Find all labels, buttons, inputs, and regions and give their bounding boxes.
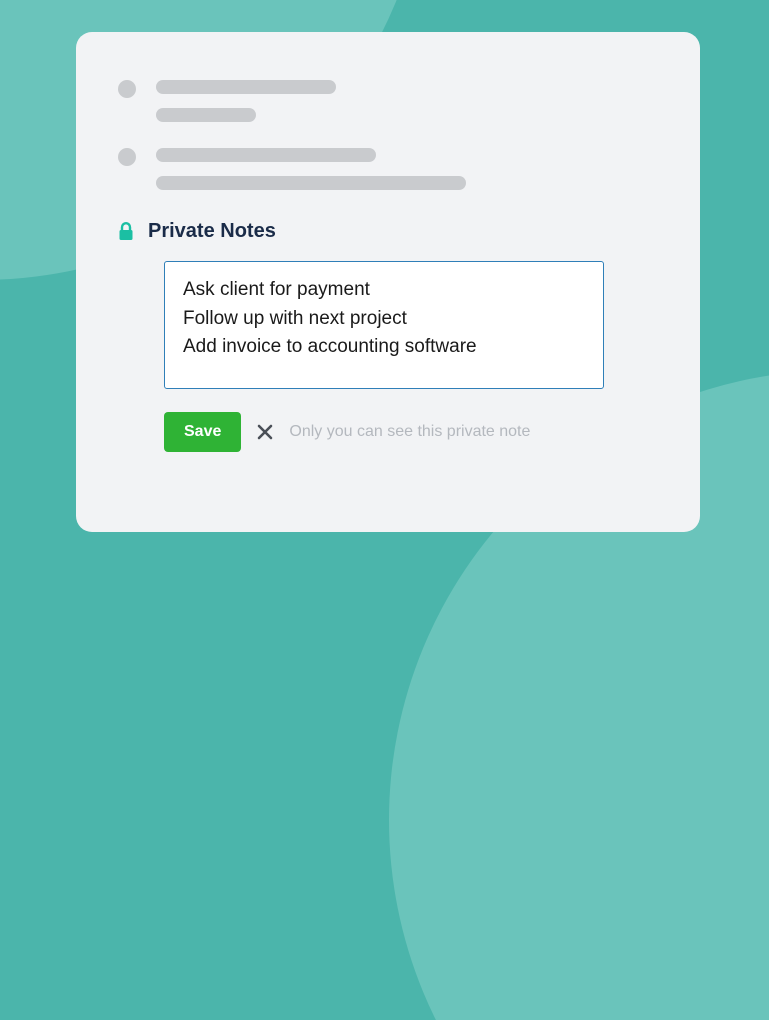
private-notes-textarea[interactable] <box>164 261 604 389</box>
section-header: Private Notes <box>118 220 658 243</box>
lock-icon <box>118 222 134 241</box>
skeleton-row <box>118 80 658 122</box>
skeleton-row <box>118 148 658 190</box>
save-button[interactable]: Save <box>164 412 241 452</box>
notes-card: Private Notes Save Only you can see this… <box>76 32 700 532</box>
skeleton-line <box>156 148 376 162</box>
skeleton-line <box>156 108 256 122</box>
skeleton-dot <box>118 80 136 98</box>
skeleton-line <box>156 80 336 94</box>
skeleton-dot <box>118 148 136 166</box>
section-title: Private Notes <box>148 220 276 243</box>
privacy-hint: Only you can see this private note <box>289 423 530 441</box>
close-icon[interactable] <box>257 424 273 440</box>
skeleton-line <box>156 176 466 190</box>
